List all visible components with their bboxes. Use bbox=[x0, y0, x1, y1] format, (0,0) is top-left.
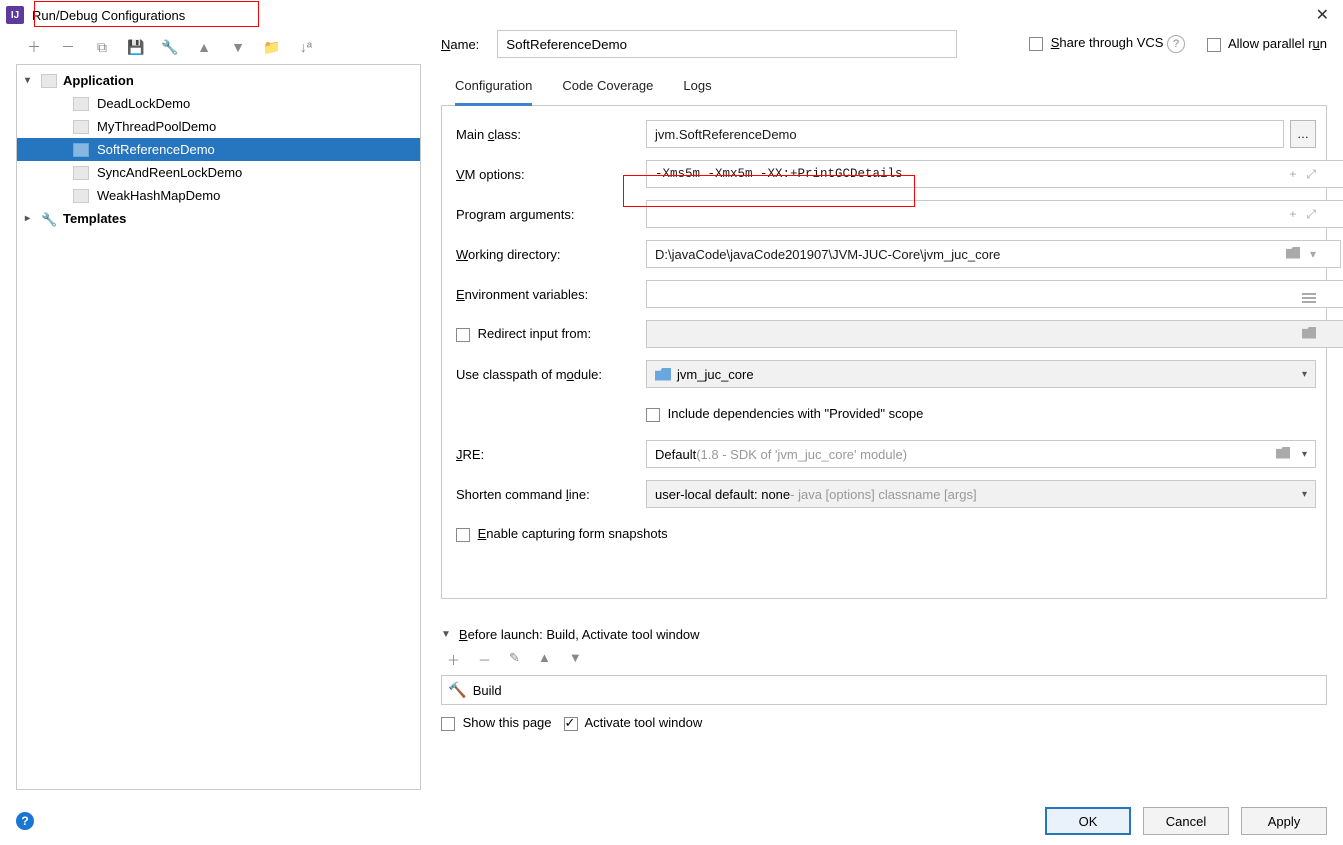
shorten-combo[interactable]: user-local default: none - java [options… bbox=[646, 480, 1316, 508]
remove-icon[interactable]: － bbox=[60, 39, 76, 55]
main-class-input[interactable]: jvm.SoftReferenceDemo bbox=[646, 120, 1284, 148]
folder-icon[interactable] bbox=[1276, 447, 1290, 462]
config-icon bbox=[73, 97, 89, 111]
add-icon[interactable]: ＋ bbox=[447, 650, 460, 669]
move-down-icon[interactable]: ▼ bbox=[569, 650, 582, 669]
tree-templates-node[interactable]: ▸ 🔧 Templates bbox=[17, 207, 420, 230]
footer: ? OK Cancel Apply bbox=[16, 807, 1327, 835]
window-title: Run/Debug Configurations bbox=[32, 8, 185, 23]
list-icon[interactable] bbox=[1302, 284, 1316, 305]
add-prog-arg-icon[interactable]: + bbox=[1289, 207, 1296, 221]
edit-icon[interactable]: ✎ bbox=[509, 650, 520, 669]
move-up-icon[interactable]: ▲ bbox=[196, 39, 212, 55]
vm-options-input[interactable]: -Xms5m -Xmx5m -XX:+PrintGCDetails bbox=[646, 160, 1343, 188]
build-item-label: Build bbox=[473, 683, 502, 698]
tree-item[interactable]: SyncAndReenLockDemo bbox=[17, 161, 420, 184]
redirect-input bbox=[646, 320, 1343, 348]
config-tree: ▾ Application DeadLockDemo MyThreadPoolD… bbox=[16, 64, 421, 790]
browse-main-class-button[interactable]: … bbox=[1290, 120, 1316, 148]
tree-application-node[interactable]: ▾ Application bbox=[17, 69, 420, 92]
tree-item[interactable]: DeadLockDemo bbox=[17, 92, 420, 115]
main-class-label: Main class: bbox=[456, 127, 646, 142]
folder-arrow-icon[interactable]: 📁 bbox=[264, 39, 280, 55]
config-icon bbox=[73, 120, 89, 134]
config-icon bbox=[73, 143, 89, 157]
chevron-down-icon: ▾ bbox=[1302, 449, 1307, 460]
allow-parallel-checkbox[interactable]: Allow parallel run bbox=[1207, 36, 1327, 52]
config-icon bbox=[73, 189, 89, 203]
workdir-label: Working directory: bbox=[456, 247, 646, 262]
help-icon[interactable]: ? bbox=[1167, 35, 1185, 53]
expand-prog-icon[interactable]: ⤢ bbox=[1306, 207, 1316, 222]
tree-item[interactable]: MyThreadPoolDemo bbox=[17, 115, 420, 138]
name-label: Name: bbox=[441, 37, 479, 52]
tab-configuration[interactable]: Configuration bbox=[455, 78, 532, 106]
jre-combo[interactable]: Default (1.8 - SDK of 'jvm_juc_core' mod… bbox=[646, 440, 1316, 468]
hammer-icon: 🔨 bbox=[448, 681, 467, 699]
app-icon: IJ bbox=[6, 6, 24, 24]
folder-icon bbox=[1302, 327, 1316, 342]
sort-icon[interactable]: ↓ª bbox=[298, 39, 314, 55]
tree-templates-label: Templates bbox=[63, 211, 126, 226]
save-icon[interactable]: 💾 bbox=[128, 39, 144, 55]
module-icon bbox=[655, 368, 671, 381]
prog-args-label: Program arguments: bbox=[456, 207, 646, 222]
apply-button[interactable]: Apply bbox=[1241, 807, 1327, 835]
chevron-down-icon: ▾ bbox=[1302, 489, 1307, 500]
tabs: Configuration Code Coverage Logs bbox=[441, 68, 1327, 106]
redirect-checkbox[interactable]: Redirect input from: bbox=[456, 326, 646, 342]
workdir-input[interactable]: D:\javaCode\javaCode201907\JVM-JUC-Core\… bbox=[646, 240, 1341, 268]
folder-icon[interactable] bbox=[1286, 247, 1300, 262]
shorten-label: Shorten command line: bbox=[456, 487, 646, 502]
jre-label: JRE: bbox=[456, 447, 646, 462]
wrench-icon[interactable]: 🔧 bbox=[162, 39, 178, 55]
before-launch-header[interactable]: ▼ Before launch: Build, Activate tool wi… bbox=[441, 627, 1327, 642]
workdir-dropdown-icon[interactable]: ▾ bbox=[1310, 247, 1316, 261]
env-input[interactable] bbox=[646, 280, 1343, 308]
help-button[interactable]: ? bbox=[16, 812, 34, 830]
name-input[interactable] bbox=[497, 30, 957, 58]
classpath-combo[interactable]: jvm_juc_core▾ bbox=[646, 360, 1316, 388]
sidebar-toolbar: ＋ － ⧉ 💾 🔧 ▲ ▼ 📁 ↓ª bbox=[16, 30, 421, 64]
vm-options-label: VM options: bbox=[456, 167, 646, 182]
move-down-icon[interactable]: ▼ bbox=[230, 39, 246, 55]
triangle-down-icon: ▼ bbox=[441, 629, 451, 640]
application-icon bbox=[41, 74, 57, 88]
copy-icon[interactable]: ⧉ bbox=[94, 39, 110, 55]
chevron-down-icon: ▾ bbox=[25, 75, 41, 86]
prog-args-input[interactable] bbox=[646, 200, 1343, 228]
wrench-icon: 🔧 bbox=[41, 212, 57, 226]
configuration-panel: Main class: jvm.SoftReferenceDemo … VM o… bbox=[441, 106, 1327, 599]
expand-vm-icon[interactable]: ⤢ bbox=[1306, 167, 1316, 182]
chevron-down-icon: ▾ bbox=[1302, 369, 1307, 380]
tab-logs[interactable]: Logs bbox=[683, 78, 711, 105]
before-launch-section: ▼ Before launch: Build, Activate tool wi… bbox=[441, 627, 1327, 731]
share-checkbox[interactable]: Share through VCS ? bbox=[1029, 35, 1185, 53]
include-provided-checkbox[interactable]: Include dependencies with "Provided" sco… bbox=[646, 406, 923, 422]
activate-tool-window-checkbox[interactable]: Activate tool window bbox=[564, 715, 703, 731]
add-icon[interactable]: ＋ bbox=[26, 39, 42, 55]
remove-icon[interactable]: － bbox=[478, 650, 491, 669]
add-vm-option-icon[interactable]: + bbox=[1289, 167, 1296, 181]
enable-snapshots-checkbox[interactable]: Enable capturing form snapshots bbox=[456, 526, 668, 542]
env-label: Environment variables: bbox=[456, 287, 646, 302]
title-bar: IJ Run/Debug Configurations ✕ bbox=[0, 0, 1343, 30]
tab-code-coverage[interactable]: Code Coverage bbox=[562, 78, 653, 105]
classpath-label: Use classpath of module: bbox=[456, 367, 646, 382]
move-up-icon[interactable]: ▲ bbox=[538, 650, 551, 669]
before-launch-list[interactable]: 🔨 Build bbox=[441, 675, 1327, 705]
cancel-button[interactable]: Cancel bbox=[1143, 807, 1229, 835]
tree-item-selected[interactable]: SoftReferenceDemo bbox=[17, 138, 420, 161]
close-icon[interactable]: ✕ bbox=[1308, 1, 1337, 29]
config-icon bbox=[73, 166, 89, 180]
ok-button[interactable]: OK bbox=[1045, 807, 1131, 835]
tree-item[interactable]: WeakHashMapDemo bbox=[17, 184, 420, 207]
show-this-page-checkbox[interactable]: Show this page bbox=[441, 715, 552, 731]
chevron-right-icon: ▸ bbox=[25, 213, 41, 224]
tree-root-label: Application bbox=[63, 73, 134, 88]
